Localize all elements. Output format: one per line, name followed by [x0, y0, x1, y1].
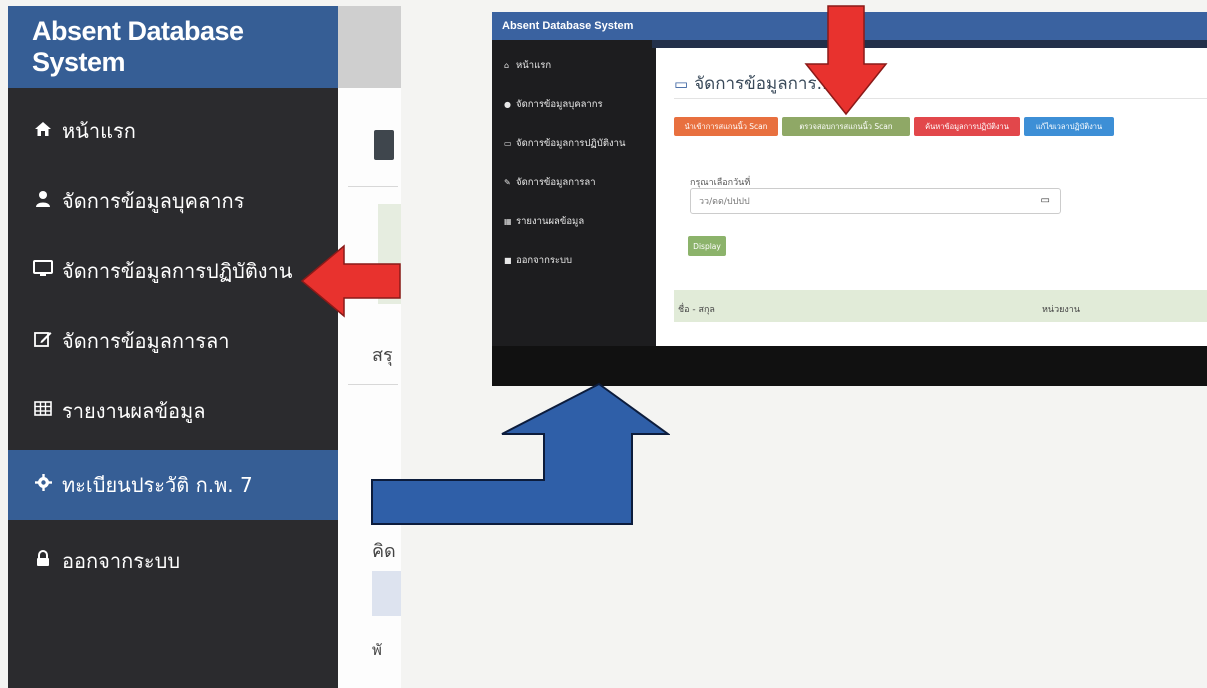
check-scan-button[interactable]: ตรวจสอบการสแกนนิ้ว Scan — [782, 117, 910, 136]
date-placeholder: วว/ดด/ปปปป — [699, 197, 750, 207]
inset-sidebar-item-logout[interactable]: ■ ออกจากระบบ — [504, 253, 572, 268]
sidebar-item-personnel[interactable]: จัดการข้อมูลบุคลากร — [8, 166, 338, 236]
red-left-arrow — [300, 244, 401, 318]
edit-time-button[interactable]: แก้ไขเวลาปฏิบัติงาน — [1024, 117, 1114, 136]
edit-icon — [32, 330, 54, 352]
sidebar-item-kp7[interactable]: ทะเบียนประวัติ ก.พ. 7 — [8, 450, 338, 520]
gear-icon — [32, 474, 54, 496]
button-label: ค้นหาข้อมูลการปฏิบัติงาน — [925, 121, 1009, 131]
inset-sidebar-item-report[interactable]: ▦ รายงานผลข้อมูล — [504, 214, 584, 229]
sidebar-item-leave[interactable]: จัดการข้อมูลการลา — [8, 306, 338, 376]
inset-topbar — [652, 12, 1207, 40]
inset-sidebar-label: หน้าแรก — [516, 60, 552, 71]
inset-sidebar-item-leave[interactable]: ✎ จัดการข้อมูลการลา — [504, 175, 596, 190]
top-bar — [338, 6, 401, 88]
column-header-department: หน่วยงาน — [1042, 305, 1081, 315]
sidebar-item-label: จัดการข้อมูลการปฏิบัติงาน — [62, 259, 293, 283]
search-work-button[interactable]: ค้นหาข้อมูลการปฏิบัติงาน — [914, 117, 1020, 136]
sidebar-item-home[interactable]: หน้าแรก — [8, 96, 338, 166]
button-label: นำเข้าการสแกนนิ้ว Scan — [684, 121, 768, 131]
display-button[interactable]: Display — [688, 236, 726, 256]
sidebar-item-label: รายงานผลข้อมูล — [62, 399, 206, 423]
app-brand: Absent Database System — [8, 6, 338, 88]
date-input[interactable]: วว/ดด/ปปปป ▭ — [690, 188, 1061, 214]
sidebar-item-label: ทะเบียนประวัติ ก.พ. 7 — [62, 473, 253, 497]
table-icon — [32, 401, 54, 421]
button-label: ตรวจสอบการสแกนนิ้ว Scan — [799, 121, 893, 131]
calendar-icon[interactable]: ▭ — [1041, 195, 1050, 206]
inset-sidebar-item-work[interactable]: ▭ จัดการข้อมูลการปฏิบัติงาน — [504, 136, 625, 151]
table-header: ชื่อ - สกุล หน่วยงาน — [674, 290, 1207, 322]
monitor-icon — [32, 260, 54, 282]
lock-icon: ■ — [504, 256, 512, 265]
content-box — [372, 571, 401, 616]
cropped-label: พั — [372, 641, 382, 659]
inset-sidebar-label: ออกจากระบบ — [516, 255, 573, 266]
sidebar-item-report[interactable]: รายงานผลข้อมูล — [8, 376, 338, 446]
sidebar-item-label: จัดการข้อมูลบุคลากร — [62, 189, 245, 213]
inset-brand: Absent Database System — [492, 12, 652, 40]
sidebar-item-label: จัดการข้อมูลการลา — [62, 329, 230, 353]
column-header-name: ชื่อ - สกุล — [678, 305, 715, 315]
lock-icon — [32, 550, 54, 572]
user-icon: ● — [504, 100, 511, 109]
table-icon: ▦ — [504, 217, 512, 226]
date-label: กรุณาเลือกวันที่ — [690, 178, 751, 188]
cropped-heading: สรุ — [372, 345, 393, 366]
sidebar-item-work[interactable]: จัดการข้อมูลการปฏิบัติงาน — [8, 236, 338, 306]
user-icon — [32, 190, 54, 212]
inset-main: ▭ จัดการข้อมูลการ...งาน นำเข้าการสแกนนิ้ว… — [656, 48, 1207, 346]
blue-bent-arrow — [371, 382, 670, 525]
content-strip: สรุ คิด พั — [338, 6, 401, 688]
button-label: แก้ไขเวลาปฏิบัติงาน — [1035, 121, 1103, 131]
home-icon — [32, 121, 54, 142]
home-icon: ⌂ — [504, 61, 510, 70]
import-scan-button[interactable]: นำเข้าการสแกนนิ้ว Scan — [674, 117, 778, 136]
sidebar-item-label: ออกจากระบบ — [62, 549, 181, 573]
inset-sidebar-label: จัดการข้อมูลการลา — [516, 177, 596, 188]
cropped-label: คิด — [372, 541, 396, 562]
sidebar-item-logout[interactable]: ออกจากระบบ — [8, 526, 338, 596]
inset-sidebar-item-personnel[interactable]: ● จัดการข้อมูลบุคลากร — [504, 97, 603, 112]
inset-sidebar-label: จัดการข้อมูลการปฏิบัติงาน — [516, 138, 626, 149]
divider — [674, 98, 1207, 99]
divider — [348, 186, 398, 187]
inset-subbar — [652, 40, 1207, 48]
monitor-icon: ▭ — [674, 75, 689, 93]
edit-icon: ✎ — [504, 178, 511, 187]
main-sidebar: Absent Database System หน้าแรก จัดการข้อ… — [8, 6, 338, 688]
inset-sidebar-label: จัดการข้อมูลบุคลากร — [516, 99, 603, 110]
monitor-icon: ▭ — [504, 139, 512, 148]
inset-sidebar-label: รายงานผลข้อมูล — [516, 216, 585, 227]
red-down-arrow — [804, 5, 888, 116]
document-icon — [374, 130, 394, 160]
inset-sidebar-item-home[interactable]: ⌂ หน้าแรก — [504, 58, 551, 73]
sidebar-item-label: หน้าแรก — [62, 119, 136, 143]
